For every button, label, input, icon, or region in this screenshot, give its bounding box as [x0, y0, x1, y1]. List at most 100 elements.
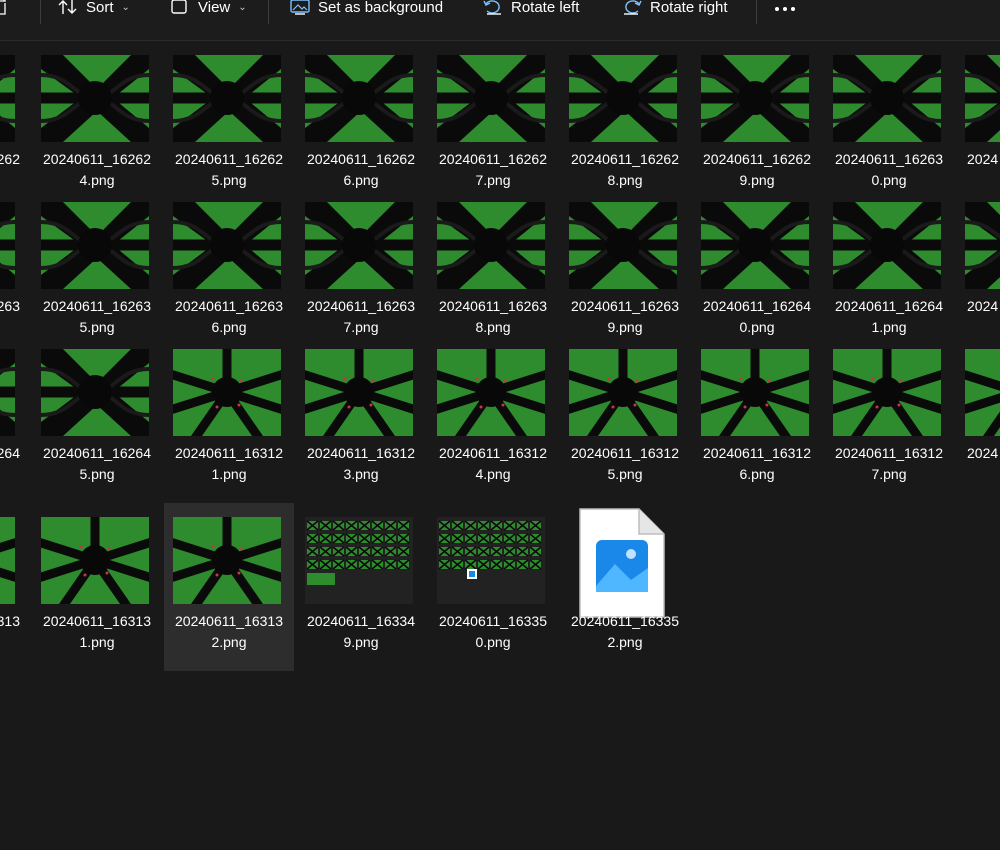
file-name: 20240611_16262 6.png: [290, 149, 432, 191]
file-item[interactable]: 20240611_16312 6.png: [692, 335, 822, 503]
image-thumbnail: [41, 202, 149, 289]
file-name-partial: 2024: [967, 151, 999, 167]
file-name-line: 5.png: [607, 466, 643, 482]
image-thumbnail: [305, 349, 413, 436]
file-name-line: 20240611_16312: [175, 445, 283, 461]
file-item[interactable]: 20240611_16335 0.png: [428, 503, 558, 671]
file-name-line: 5.png: [79, 466, 115, 482]
file-name-line: 20240611_16264: [703, 298, 811, 314]
file-name-line: 20240611_16262: [43, 151, 151, 167]
file-item[interactable]: 20240611_16263 7.png: [296, 188, 426, 356]
image-thumbnail: [173, 202, 281, 289]
file-name: 20240611_16263 7.png: [290, 296, 432, 338]
file-name-line: 1.png: [79, 634, 115, 650]
file-item[interactable]: 20240611_16313 2.png: [164, 503, 294, 671]
file-name-line: 20240611_16312: [835, 445, 943, 461]
file-item[interactable]: 20240611_16264 0.png: [692, 188, 822, 356]
file-name-line: 20240611_16263: [175, 298, 283, 314]
file-item[interactable]: 20240611_16263 5.png: [32, 188, 162, 356]
file-item[interactable]: 20240611_16263 9.png: [560, 188, 690, 356]
file-name-line: 20240611_16313: [43, 613, 151, 629]
file-name: 20240611_16262 4.png: [26, 149, 168, 191]
image-thumbnail: [305, 202, 413, 289]
file-item[interactable]: 20240611_16312 3.png: [296, 335, 426, 503]
set-as-background-button[interactable]: Set as background: [290, 0, 443, 21]
file-item[interactable]: 20240611_16263 6.png: [164, 188, 294, 356]
more-options-icon: [774, 0, 796, 16]
image-thumbnail: [569, 349, 677, 436]
file-name: 20240611_16312 4.png: [422, 443, 564, 485]
image-thumbnail: [701, 55, 809, 142]
file-name-partial: 313: [0, 613, 20, 629]
file-item[interactable]: 20240611_16335 2.png: [560, 503, 690, 671]
file-name-line: 20240611_16312: [439, 445, 547, 461]
file-name-line: 20240611_16262: [571, 151, 679, 167]
file-name-line: 20240611_16263: [571, 298, 679, 314]
file-item[interactable]: 20240611_16312 1.png: [164, 335, 294, 503]
file-name-partial: 2024: [967, 298, 999, 314]
image-thumbnail: [569, 55, 677, 142]
file-name: 20240611_16313 1.png: [26, 611, 168, 653]
file-item[interactable]: [0, 503, 28, 671]
file-item[interactable]: 20240611_16312 5.png: [560, 335, 690, 503]
image-thumbnail: [437, 517, 545, 604]
image-thumbnail: [701, 349, 809, 436]
file-item[interactable]: 20240611_16334 9.png: [296, 503, 426, 671]
image-thumbnail: [173, 349, 281, 436]
chevron-down-icon: ⌄: [238, 1, 247, 13]
view-button[interactable]: View ⌄: [170, 0, 247, 21]
file-item[interactable]: 20240611_16263 8.png: [428, 188, 558, 356]
file-item[interactable]: 20240611_16264 1.png: [824, 188, 954, 356]
file-name-line: 20240611_16313: [175, 613, 283, 629]
file-name-line: 20240611_16263: [835, 151, 943, 167]
sort-icon: [58, 0, 77, 15]
file-item[interactable]: 20240611_16312 4.png: [428, 335, 558, 503]
image-thumbnail: [41, 349, 149, 436]
image-thumbnail: [305, 517, 413, 604]
file-name-line: 9.png: [343, 634, 379, 650]
file-item[interactable]: 20240611_16312 7.png: [824, 335, 954, 503]
sort-label: Sort: [86, 0, 114, 16]
image-thumbnail: [965, 349, 1000, 436]
file-name-line: 2.png: [211, 634, 247, 650]
image-thumbnail: [173, 517, 281, 604]
command-bar: Sort ⌄ View ⌄ Set as background Rotate l…: [0, 0, 1000, 41]
file-item[interactable]: 20240611_16262 7.png: [428, 41, 558, 209]
image-thumbnail: [0, 202, 15, 289]
file-name: 20240611_16313 2.png: [158, 611, 300, 653]
file-item[interactable]: 20240611_16262 5.png: [164, 41, 294, 209]
rotate-right-label: Rotate right: [650, 0, 728, 16]
rotate-left-button[interactable]: Rotate left: [483, 0, 579, 21]
file-item[interactable]: [0, 335, 28, 503]
image-thumbnail: [0, 349, 15, 436]
image-thumbnail: [965, 202, 1000, 289]
file-item[interactable]: [0, 41, 28, 209]
file-name-line: 3.png: [343, 466, 379, 482]
file-name-line: 4.png: [475, 466, 511, 482]
file-item[interactable]: [0, 188, 28, 356]
file-item[interactable]: 20240611_16262 6.png: [296, 41, 426, 209]
file-name-line: 0.png: [475, 634, 511, 650]
file-name: 20240611_16312 6.png: [686, 443, 828, 485]
file-item[interactable]: 20240611_16262 4.png: [32, 41, 162, 209]
file-item[interactable]: [956, 188, 1000, 356]
desktop-background-icon: [290, 0, 310, 15]
image-thumbnail: [173, 55, 281, 142]
file-item[interactable]: 20240611_16262 8.png: [560, 41, 690, 209]
file-item[interactable]: [956, 41, 1000, 209]
sort-button[interactable]: Sort ⌄: [58, 0, 130, 21]
file-name-line: 7.png: [871, 466, 907, 482]
file-name-line: 2.png: [607, 634, 643, 650]
delete-icon[interactable]: [0, 0, 8, 21]
file-list: 20240611_16262 4.png 20240611_16262 5.png 20…: [0, 41, 1000, 850]
file-item[interactable]: 20240611_16264 5.png: [32, 335, 162, 503]
file-item[interactable]: 20240611_16263 0.png: [824, 41, 954, 209]
file-item[interactable]: [956, 335, 1000, 503]
file-name-line: 6.png: [739, 466, 775, 482]
file-item[interactable]: 20240611_16313 1.png: [32, 503, 162, 671]
rotate-right-button[interactable]: Rotate right: [622, 0, 728, 21]
file-name-line: 20240611_16264: [43, 445, 151, 461]
file-item[interactable]: 20240611_16262 9.png: [692, 41, 822, 209]
file-name-partial: 263: [0, 298, 20, 314]
more-options-button[interactable]: [774, 0, 796, 21]
